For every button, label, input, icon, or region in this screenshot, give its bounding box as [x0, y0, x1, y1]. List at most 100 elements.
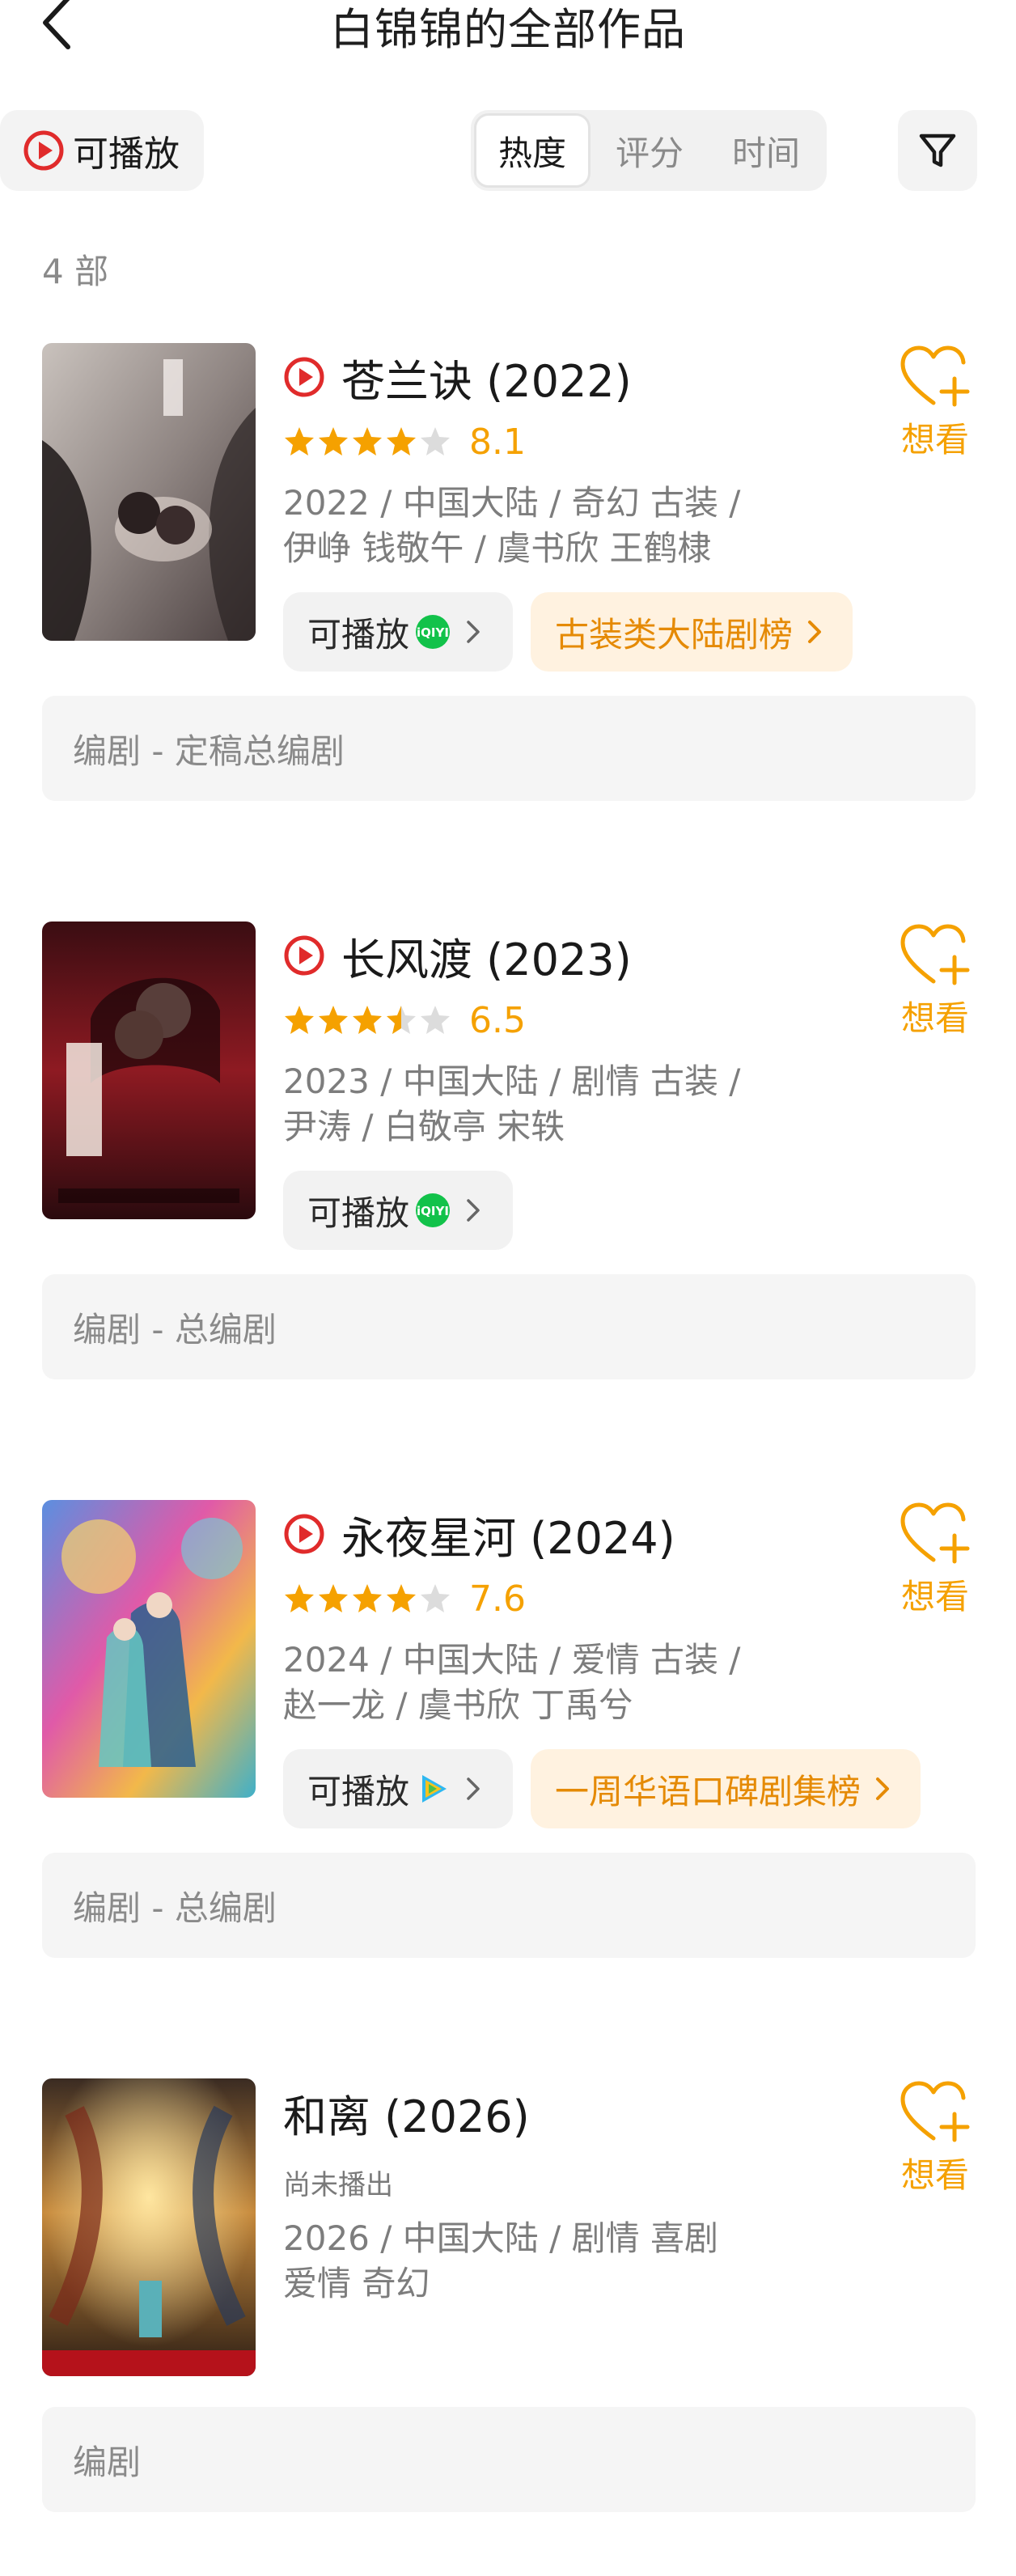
rating: 7.6: [283, 1576, 526, 1621]
playable-filter-label: 可播放: [73, 133, 180, 175]
want-to-watch-label: 想看: [900, 420, 969, 460]
star-icon: [319, 1584, 348, 1612]
sort-option-time[interactable]: 时间: [709, 113, 823, 188]
role-description: 编剧 - 总编剧: [42, 1853, 976, 1958]
star-icon: [285, 1584, 314, 1612]
play-circle-icon: [284, 1514, 324, 1554]
work-title[interactable]: 苍兰诀 (2022): [283, 348, 632, 407]
role-description: 编剧 - 总编剧: [42, 1274, 976, 1379]
star-icon: [285, 1006, 314, 1034]
play-circle-icon: [284, 935, 324, 976]
ranking-tag[interactable]: 古装类大陆剧榜: [531, 592, 853, 672]
tag-row: 可播放 一周华语口碑剧集榜: [283, 1749, 921, 1828]
work-title-text: 和离 (2026): [283, 2091, 530, 2142]
filter-button[interactable]: [898, 110, 977, 191]
star-icon: [319, 1006, 348, 1034]
airing-status: 尚未播出: [283, 2169, 393, 2201]
heart-plus-icon: [900, 345, 970, 407]
meta-line-1: 2022 / 中国大陆 / 奇幻 古装 /: [283, 483, 741, 523]
role-description: 编剧 - 定稿总编剧: [42, 696, 976, 801]
work-item[interactable]: 和离 (2026) 尚未播出 2026 / 中国大陆 / 剧情 喜剧 爱情 奇幻…: [0, 2078, 1016, 2576]
rating-score: 8.1: [469, 421, 526, 463]
star-icon: [285, 427, 314, 455]
works-count: 4 部: [42, 252, 109, 291]
ranking-tag-label: 一周华语口碑剧集榜: [555, 1771, 861, 1811]
poster-image[interactable]: [42, 343, 256, 641]
playable-tag-label: 可播放: [307, 1193, 410, 1233]
sort-segmented-control: 热度 评分 时间: [471, 110, 827, 191]
svg-text:iQIYI: iQIYI: [417, 1204, 449, 1218]
rating: 8.1: [283, 419, 526, 464]
meta-line-2: 伊峥 钱敬午 / 虞书欣 王鹤棣: [283, 528, 712, 568]
ranking-tag-label: 古装类大陆剧榜: [555, 614, 794, 655]
heart-plus-icon: [900, 924, 970, 985]
tencent-video-icon: [422, 1775, 447, 1803]
work-title[interactable]: 长风渡 (2023): [283, 926, 632, 985]
playable-tag[interactable]: 可播放 iQIYI: [283, 1171, 514, 1250]
want-to-watch-label: 想看: [900, 2155, 969, 2195]
iqiyi-icon: iQIYI: [416, 615, 451, 649]
work-title[interactable]: 永夜星河 (2024): [283, 1505, 675, 1564]
heart-plus-icon: [900, 2081, 970, 2142]
page-title: 白锦锦的全部作品: [330, 4, 686, 55]
meta-line-2: 赵一龙 / 虞书欣 丁禹兮: [283, 1685, 633, 1725]
star-empty-icon: [421, 427, 450, 455]
funnel-icon: [919, 133, 956, 167]
star-icon: [353, 1006, 382, 1034]
work-item[interactable]: 永夜星河 (2024) 7.6 2024 / 中国大陆 / 爱情 古装 / 赵一…: [0, 1500, 1016, 2034]
rating: 6.5: [283, 998, 526, 1043]
chevron-right-icon: [808, 621, 822, 643]
poster-image[interactable]: [42, 1500, 256, 1798]
work-title-text: 长风渡 (2023): [341, 934, 632, 985]
poster-image[interactable]: [42, 922, 256, 1219]
playable-tag-label: 可播放: [307, 1771, 410, 1811]
star-empty-icon: [421, 1584, 450, 1612]
iqiyi-icon: iQIYI: [416, 1193, 451, 1227]
chevron-right-icon: [467, 621, 480, 643]
sort-option-hot[interactable]: 热度: [474, 113, 591, 188]
work-meta: 2024 / 中国大陆 / 爱情 古装 / 赵一龙 / 虞书欣 丁禹兮: [283, 1638, 898, 1728]
chevron-right-icon: [467, 1199, 480, 1222]
work-meta: 2023 / 中国大陆 / 剧情 古装 / 尹涛 / 白敬亭 宋轶: [283, 1059, 898, 1150]
work-title-text: 永夜星河 (2024): [341, 1512, 675, 1564]
tag-row: 可播放 iQIYI 古装类大陆剧榜: [283, 592, 853, 672]
star-icon: [387, 1584, 416, 1612]
star-icon: [353, 427, 382, 455]
rating-score: 6.5: [469, 999, 526, 1041]
meta-line-2: 爱情 奇幻: [283, 2264, 430, 2303]
rating-score: 7.6: [469, 1578, 526, 1620]
play-circle-icon: [284, 357, 324, 397]
poster-image[interactable]: [42, 2078, 256, 2376]
chevron-right-icon: [876, 1777, 890, 1800]
star-rating: [283, 1004, 451, 1036]
playable-tag[interactable]: 可播放 iQIYI: [283, 592, 514, 672]
filter-bar: 可播放 热度 评分 时间: [0, 110, 1016, 191]
star-rating: [283, 426, 451, 458]
meta-line-1: 2026 / 中国大陆 / 剧情 喜剧: [283, 2218, 718, 2258]
star-icon: [387, 427, 416, 455]
meta-line-1: 2023 / 中国大陆 / 剧情 古装 /: [283, 1061, 741, 1101]
chevron-right-icon: [467, 1777, 480, 1800]
want-to-watch-button[interactable]: 想看: [887, 922, 984, 1051]
work-item[interactable]: 长风渡 (2023) 6.5 2023 / 中国大陆 / 剧情 古装 / 尹涛 …: [0, 922, 1016, 1455]
want-to-watch-button[interactable]: 想看: [887, 343, 984, 472]
meta-line-2: 尹涛 / 白敬亭 宋轶: [283, 1107, 565, 1146]
want-to-watch-label: 想看: [900, 998, 969, 1038]
playable-tag-label: 可播放: [307, 614, 410, 655]
work-title[interactable]: 和离 (2026): [283, 2083, 530, 2142]
playable-tag[interactable]: 可播放: [283, 1749, 514, 1828]
work-meta: 2026 / 中国大陆 / 剧情 喜剧 爱情 奇幻: [283, 2216, 898, 2307]
tag-row: 可播放 iQIYI: [283, 1171, 514, 1250]
star-half-icon: [387, 1006, 416, 1034]
star-icon: [319, 427, 348, 455]
sort-option-rating[interactable]: 评分: [591, 113, 709, 188]
ranking-tag[interactable]: 一周华语口碑剧集榜: [531, 1749, 921, 1828]
role-description: 编剧: [42, 2407, 976, 2512]
work-meta: 2022 / 中国大陆 / 奇幻 古装 / 伊峥 钱敬午 / 虞书欣 王鹤棣: [283, 481, 898, 571]
heart-plus-icon: [900, 1502, 970, 1564]
svg-text:iQIYI: iQIYI: [417, 625, 449, 640]
want-to-watch-button[interactable]: 想看: [887, 2078, 984, 2208]
work-item[interactable]: 苍兰诀 (2022) 8.1 2022 / 中国大陆 / 奇幻 古装 / 伊峥 …: [0, 343, 1016, 877]
want-to-watch-button[interactable]: 想看: [887, 1500, 984, 1629]
playable-filter-chip[interactable]: 可播放: [0, 110, 204, 191]
